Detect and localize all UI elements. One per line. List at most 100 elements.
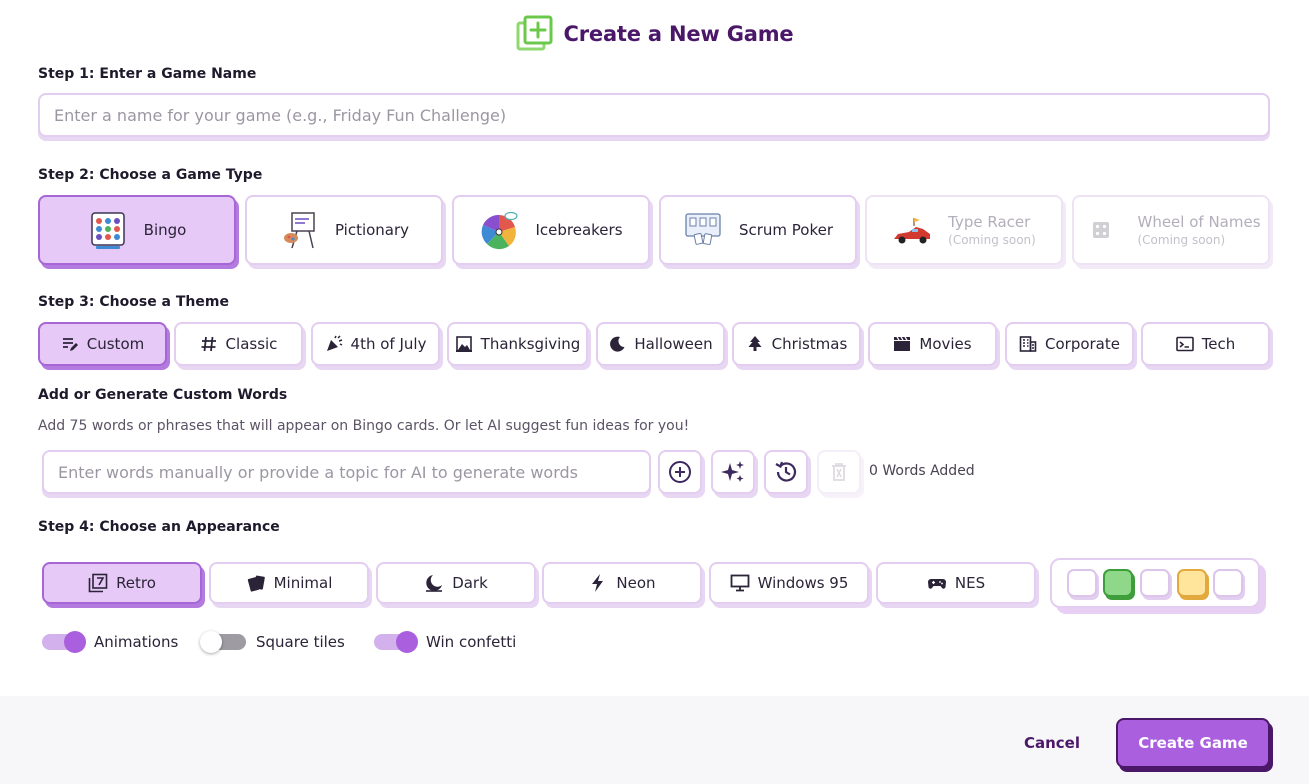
game-type-label: Bingo bbox=[143, 221, 187, 239]
trash-icon bbox=[832, 463, 846, 481]
words-count: 0 Words Added bbox=[869, 463, 975, 479]
theme-tech[interactable]: Tech bbox=[1141, 322, 1270, 366]
game-type-label: Type Racer bbox=[948, 213, 1031, 231]
custom-words-description: Add 75 words or phrases that will appear… bbox=[38, 418, 690, 434]
history-button[interactable] bbox=[764, 450, 808, 494]
toggle-switch[interactable] bbox=[374, 631, 418, 653]
game-type-scrum-poker[interactable]: Scrum Poker bbox=[659, 195, 857, 265]
appearance-nes[interactable]: NES bbox=[876, 562, 1036, 604]
clapperboard-icon bbox=[894, 336, 911, 351]
add-word-button[interactable] bbox=[658, 450, 702, 494]
cancel-button[interactable]: Cancel bbox=[1010, 730, 1094, 756]
tree-icon bbox=[748, 336, 762, 351]
game-type-pictionary[interactable]: Pictionary bbox=[245, 195, 443, 265]
game-type-label: Icebreakers bbox=[535, 221, 623, 239]
color-swatch[interactable] bbox=[1066, 569, 1097, 597]
sparkles-icon bbox=[721, 461, 744, 482]
easel-icon bbox=[283, 212, 315, 249]
step2-label: Step 2: Choose a Game Type bbox=[38, 167, 263, 183]
appearance-label: Windows 95 bbox=[757, 574, 849, 592]
appearance-label: NES bbox=[954, 574, 986, 592]
custom-words-title: Add or Generate Custom Words bbox=[38, 387, 288, 403]
retro-frame-icon bbox=[88, 573, 108, 593]
theme-4th-of-july[interactable]: 4th of July bbox=[311, 322, 440, 366]
theme-corporate[interactable]: Corporate bbox=[1005, 322, 1134, 366]
game-type-wheel-of-names[interactable]: Wheel of Names (Coming soon) bbox=[1072, 195, 1270, 265]
color-swatch[interactable] bbox=[1213, 569, 1244, 597]
theme-label: Classic bbox=[225, 335, 278, 353]
plus-square-icon bbox=[516, 15, 553, 51]
game-name-input[interactable] bbox=[38, 93, 1270, 137]
page-header: Create a New Game bbox=[0, 14, 1309, 54]
appearance-minimal[interactable]: Minimal bbox=[209, 562, 369, 604]
party-popper-icon bbox=[326, 335, 342, 351]
toggle-knob bbox=[200, 631, 222, 653]
step3-label: Step 3: Choose a Theme bbox=[38, 294, 229, 310]
appearance-neon[interactable]: Neon bbox=[542, 562, 702, 604]
color-swatch-panel bbox=[1050, 558, 1260, 608]
dark-mode-icon bbox=[426, 575, 443, 592]
building-icon bbox=[1019, 336, 1037, 352]
coming-soon-label: (Coming soon) bbox=[1137, 233, 1226, 247]
appearance-dark[interactable]: Dark bbox=[376, 562, 536, 604]
theme-movies[interactable]: Movies bbox=[868, 322, 997, 366]
appearance-label: Dark bbox=[452, 574, 488, 592]
game-type-label: Pictionary bbox=[334, 221, 410, 239]
footer-bar bbox=[0, 696, 1309, 784]
theme-label: Thanksgiving bbox=[480, 335, 581, 353]
step1-label: Step 1: Enter a Game Name bbox=[38, 66, 257, 82]
appearance-windows-95[interactable]: Windows 95 bbox=[709, 562, 869, 604]
color-swatch[interactable] bbox=[1103, 569, 1134, 597]
appearance-label: Neon bbox=[616, 574, 656, 592]
gamepad-icon bbox=[927, 579, 946, 589]
add-circle-icon bbox=[669, 461, 691, 483]
animations-toggle[interactable]: Animations bbox=[42, 631, 178, 653]
theme-label: Christmas bbox=[771, 335, 848, 353]
toggle-knob bbox=[64, 631, 86, 653]
custom-words-input[interactable] bbox=[42, 450, 651, 494]
square-tiles-toggle[interactable]: Square tiles bbox=[200, 631, 345, 653]
terminal-icon bbox=[1175, 336, 1194, 352]
theme-custom[interactable]: Custom bbox=[38, 322, 167, 366]
theme-label: Movies bbox=[919, 335, 972, 353]
cards-icon bbox=[247, 575, 265, 592]
theme-label: Corporate bbox=[1045, 335, 1120, 353]
edit-list-icon bbox=[62, 338, 78, 351]
win-confetti-toggle[interactable]: Win confetti bbox=[374, 631, 516, 653]
bingo-card-icon bbox=[90, 212, 125, 249]
game-type-type-racer[interactable]: Type Racer (Coming soon) bbox=[865, 195, 1063, 265]
monitor-icon bbox=[730, 574, 749, 592]
bolt-icon bbox=[592, 574, 604, 592]
spinner-wheel-icon bbox=[482, 211, 519, 250]
dice-icon bbox=[1093, 222, 1110, 238]
step4-label: Step 4: Choose an Appearance bbox=[38, 519, 280, 535]
color-swatch[interactable] bbox=[1176, 569, 1207, 597]
hash-icon bbox=[201, 336, 216, 352]
theme-halloween[interactable]: Halloween bbox=[596, 322, 725, 366]
history-icon bbox=[775, 461, 797, 482]
theme-label: Tech bbox=[1201, 335, 1236, 353]
theme-label: 4th of July bbox=[350, 335, 427, 353]
poker-cards-icon bbox=[685, 213, 721, 245]
appearance-retro[interactable]: Retro bbox=[42, 562, 202, 604]
clear-words-button[interactable] bbox=[817, 450, 861, 494]
toggle-switch[interactable] bbox=[42, 631, 86, 653]
race-car-icon bbox=[894, 218, 931, 244]
toggle-label: Square tiles bbox=[256, 633, 345, 651]
theme-christmas[interactable]: Christmas bbox=[732, 322, 861, 366]
appearance-label: Minimal bbox=[273, 574, 333, 592]
color-swatch[interactable] bbox=[1139, 569, 1170, 597]
coming-soon-label: (Coming soon) bbox=[948, 233, 1036, 247]
ai-generate-button[interactable] bbox=[711, 450, 755, 494]
game-type-icebreakers[interactable]: Icebreakers bbox=[452, 195, 650, 265]
theme-classic[interactable]: Classic bbox=[174, 322, 303, 366]
toggle-switch[interactable] bbox=[200, 631, 246, 653]
create-game-button[interactable]: Create Game bbox=[1116, 718, 1270, 768]
game-type-bingo[interactable]: Bingo bbox=[38, 195, 236, 265]
moon-icon bbox=[610, 336, 625, 352]
game-type-label: Scrum Poker bbox=[738, 221, 834, 239]
page-title: Create a New Game bbox=[563, 22, 794, 46]
game-type-label: Wheel of Names bbox=[1137, 213, 1261, 231]
appearance-label: Retro bbox=[116, 574, 156, 592]
theme-thanksgiving[interactable]: Thanksgiving bbox=[447, 322, 588, 366]
